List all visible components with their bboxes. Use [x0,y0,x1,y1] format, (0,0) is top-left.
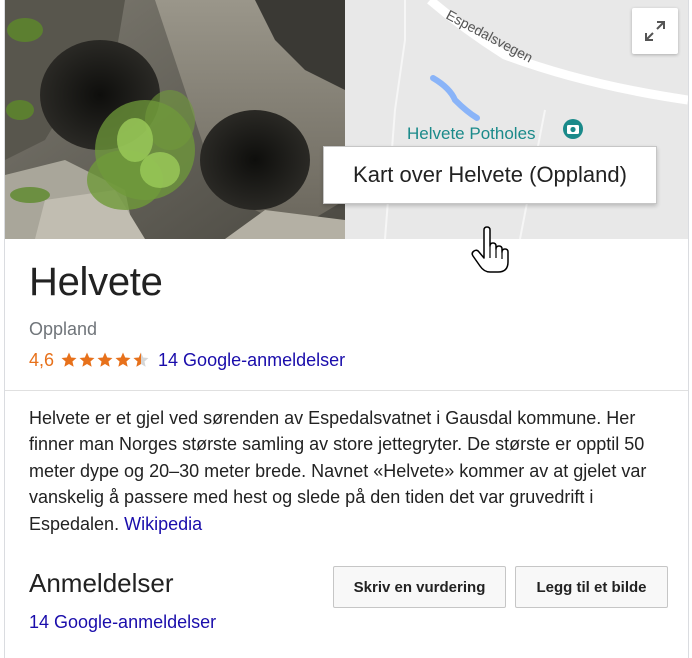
star-rating [60,351,150,369]
place-subtitle: Oppland [29,319,98,339]
description-text: Helvete er et gjel ved sørenden av Esped… [29,408,647,534]
add-photo-button[interactable]: Legg til et bilde [515,566,668,608]
knowledge-panel: Espedalsvegen Helvete Potholes Kart over… [4,0,689,658]
poi-label[interactable]: Helvete Potholes [407,124,536,143]
section-divider [5,390,688,391]
gorge-photo-image [5,0,345,239]
write-review-button[interactable]: Skriv en vurdering [333,566,506,608]
hero-media: Espedalsvegen Helvete Potholes Kart over… [5,0,688,239]
wikipedia-link[interactable]: Wikipedia [124,514,202,534]
camera-pin-icon[interactable] [563,119,583,139]
expand-map-button[interactable] [632,8,678,54]
google-reviews-link[interactable]: 14 Google-anmeldelser [158,350,345,371]
reviews-heading: Anmeldelser [29,568,174,598]
hand-cursor-icon [471,226,509,273]
google-reviews-link-bottom[interactable]: 14 Google-anmeldelser [29,612,216,633]
star-full-icon [79,352,95,367]
place-photo[interactable] [5,0,345,239]
star-full-icon [97,352,113,367]
rating-value: 4,6 [29,349,55,370]
expand-icon [645,21,665,41]
place-title: Helvete [29,260,163,304]
map-tooltip: Kart over Helvete (Oppland) [323,146,657,204]
star-full-icon [61,352,77,367]
rating-row: 4,6 14 Google-anmeldelser [29,348,345,372]
place-description: Helvete er et gjel ved sørenden av Esped… [29,405,669,537]
star-half-icon [133,352,149,367]
star-full-icon [115,352,131,367]
